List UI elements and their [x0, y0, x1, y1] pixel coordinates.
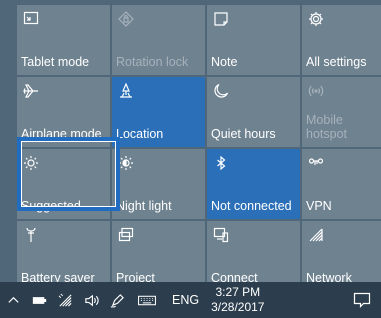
tile-mobile-hotspot[interactable]: Mobile hotspot — [302, 77, 381, 147]
tile-battery-saver[interactable]: Battery saver — [17, 221, 110, 291]
tile-label: Suggested — [21, 199, 81, 213]
brightness-icon — [22, 154, 40, 172]
tile-vpn[interactable]: VPN — [302, 149, 381, 219]
tile-connect[interactable]: Connect — [207, 221, 300, 291]
tile-brightness-suggested[interactable]: Suggested — [17, 149, 110, 219]
tile-label: Tablet mode — [21, 55, 90, 69]
tile-label: Night light — [116, 199, 172, 213]
volume-icon[interactable] — [78, 282, 104, 318]
tile-label: All settings — [306, 55, 367, 69]
tile-airplane-mode[interactable]: Airplane mode — [17, 77, 110, 147]
tile-label: Quiet hours — [211, 127, 276, 141]
tile-night-light[interactable]: Night light — [112, 149, 205, 219]
wifi-icon[interactable] — [52, 282, 78, 318]
tile-label: Mobile hotspot — [306, 113, 348, 141]
tile-network[interactable]: Network — [302, 221, 381, 291]
tile-label: Airplane mode — [21, 127, 102, 141]
tile-rotation-lock[interactable]: Rotation lock — [112, 5, 205, 75]
input-language[interactable]: ENG — [164, 293, 207, 307]
note-icon — [212, 10, 230, 28]
tile-note[interactable]: Note — [207, 5, 300, 75]
location-icon — [117, 82, 135, 100]
network-icon — [307, 226, 325, 244]
tile-label: Note — [211, 55, 238, 69]
rotation-lock-icon — [117, 10, 135, 28]
hotspot-icon — [307, 82, 325, 100]
project-icon — [117, 226, 135, 244]
tile-bluetooth[interactable]: Not connected — [207, 149, 300, 219]
night-light-icon — [117, 154, 135, 172]
tile-label: Not connected — [211, 199, 292, 213]
tile-label: Rotation lock — [116, 55, 189, 69]
tile-label: Location — [116, 127, 164, 141]
chevron-up-icon[interactable] — [0, 282, 26, 318]
tile-location[interactable]: Location — [112, 77, 205, 147]
tile-quiet-hours[interactable]: Quiet hours — [207, 77, 300, 147]
tile-label: VPN — [306, 199, 332, 213]
keyboard-icon[interactable] — [130, 282, 164, 318]
tile-all-settings[interactable]: All settings — [302, 5, 381, 75]
taskbar: ENG 3:27 PM 3/28/2017 — [0, 282, 381, 318]
vpn-icon — [307, 154, 325, 172]
airplane-icon — [22, 82, 40, 100]
clock-time: 3:27 PM — [215, 285, 261, 299]
clock-date: 3/28/2017 — [211, 300, 265, 314]
moon-icon — [212, 82, 230, 100]
bluetooth-icon — [212, 154, 230, 172]
battery-icon[interactable] — [26, 282, 52, 318]
battery-saver-icon — [22, 226, 40, 244]
clock[interactable]: 3:27 PM 3/28/2017 — [211, 285, 264, 315]
pen-icon[interactable] — [104, 282, 130, 318]
tile-project[interactable]: Project — [112, 221, 205, 291]
connect-icon — [212, 226, 230, 244]
tile-tablet-mode[interactable]: Tablet mode — [17, 5, 110, 75]
action-center-icon[interactable] — [343, 282, 381, 318]
tablet-mode-icon — [22, 10, 40, 28]
gear-icon — [307, 10, 325, 28]
quick-actions-grid: Tablet mode Rotation lock Note All setti… — [17, 5, 381, 291]
